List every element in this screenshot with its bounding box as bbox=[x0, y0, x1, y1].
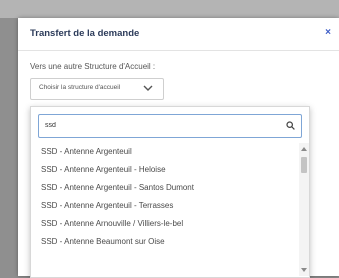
transfer-modal: Transfert de la demande × Vers une autre… bbox=[18, 18, 339, 278]
scroll-thumb[interactable] bbox=[301, 157, 307, 173]
structure-select[interactable]: Choisir la structure d'accueil bbox=[30, 78, 164, 100]
scroll-up-icon[interactable] bbox=[301, 147, 307, 151]
list-item[interactable]: SSD - Antenne Argenteuil - Terrasses bbox=[31, 197, 299, 215]
list-item[interactable]: SSD - Antenne Beaumont sur Oise bbox=[31, 233, 299, 251]
list-item[interactable]: SSD - Antenne Argenteuil bbox=[31, 143, 299, 161]
list-item[interactable]: SSD - Antenne Arnouville / Villiers-le-b… bbox=[31, 215, 299, 233]
options-list: SSD - Antenne Argenteuil SSD - Antenne A… bbox=[31, 143, 299, 276]
options-scrollbar[interactable] bbox=[299, 143, 309, 276]
close-icon[interactable]: × bbox=[325, 27, 331, 38]
modal-title: Transfert de la demande bbox=[30, 28, 140, 39]
scroll-down-icon[interactable] bbox=[301, 268, 307, 272]
search-icon bbox=[286, 121, 295, 130]
structure-dropdown: SSD - Antenne Argenteuil SSD - Antenne A… bbox=[30, 106, 310, 278]
structure-select-value: Choisir la structure d'accueil bbox=[39, 84, 121, 91]
dropdown-search bbox=[38, 114, 302, 138]
page-backdrop bbox=[0, 0, 339, 18]
list-item[interactable]: SSD - Antenne Argenteuil - Santos Dumont bbox=[31, 179, 299, 197]
destination-label: Vers une autre Structure d'Accueil : bbox=[30, 62, 156, 71]
list-item[interactable]: SSD - Antenne Argenteuil - Heloise bbox=[31, 161, 299, 179]
search-input[interactable] bbox=[45, 118, 275, 133]
modal-header: Transfert de la demande × bbox=[18, 18, 339, 51]
chevron-down-icon bbox=[143, 85, 153, 91]
